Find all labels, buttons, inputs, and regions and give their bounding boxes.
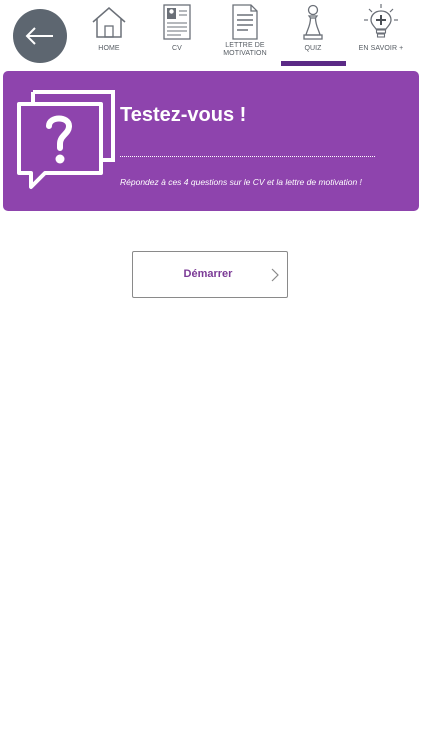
cv-document-icon xyxy=(157,3,197,41)
quiz-banner: Testez-vous ! Répondez à ces 4 questions… xyxy=(3,71,419,211)
active-tab-indicator xyxy=(281,61,346,66)
nav-label-quiz: QUIZ xyxy=(304,45,322,52)
start-button[interactable]: Démarrer xyxy=(132,251,288,298)
nav-label-lettre-de-motivation: LETTRE DE MOTIVATION xyxy=(223,42,267,57)
banner-subtitle: Répondez à ces 4 questions sur le CV et … xyxy=(120,177,362,187)
nav-item-lettre-de-motivation[interactable]: LETTRE DE MOTIVATION xyxy=(212,0,278,66)
nav-label-en-savoir-plus: EN SAVOIR + xyxy=(358,45,404,52)
chevron-right-icon xyxy=(271,268,279,282)
nav-item-home[interactable]: HOME xyxy=(76,0,142,66)
nav-item-cv[interactable]: CV xyxy=(144,0,210,66)
back-button[interactable] xyxy=(13,9,67,63)
banner-divider xyxy=(120,156,375,157)
letter-document-icon xyxy=(225,3,265,41)
lightbulb-plus-icon xyxy=(361,3,401,41)
banner-title: Testez-vous ! xyxy=(120,104,247,126)
arrow-left-icon xyxy=(25,27,53,45)
top-navigation: HOME CV LETTRE DE MOTIVATION QUIZ EN SAV… xyxy=(76,0,422,66)
nav-item-quiz[interactable]: QUIZ xyxy=(280,0,346,66)
nav-item-en-savoir-plus[interactable]: EN SAVOIR + xyxy=(348,0,414,66)
nav-label-cv: CV xyxy=(172,45,182,52)
chess-pawn-icon xyxy=(293,3,333,41)
question-bubble-icon xyxy=(15,90,115,190)
nav-label-home: HOME xyxy=(98,45,120,52)
start-button-label: Démarrer xyxy=(183,268,233,280)
home-icon xyxy=(89,3,129,41)
